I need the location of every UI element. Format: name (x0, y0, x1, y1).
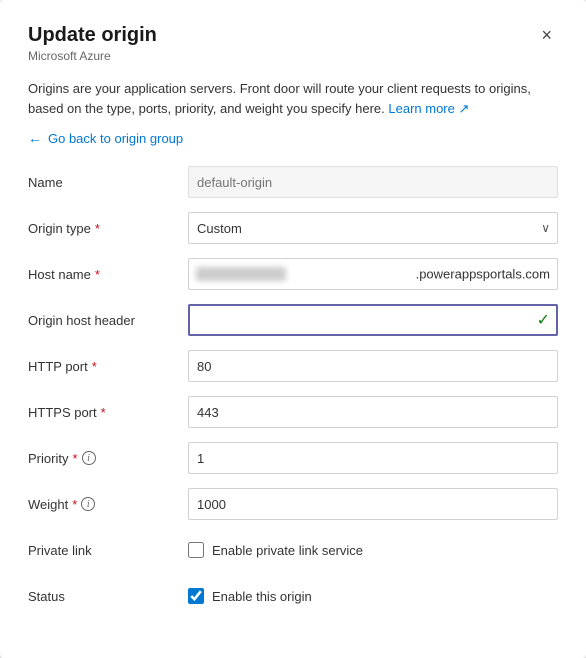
dialog-header: Update origin Microsoft Azure × (28, 24, 558, 63)
status-checkbox[interactable] (188, 588, 204, 604)
http-port-control (188, 350, 558, 382)
host-name-row: Host name * .powerappsportals.com (28, 258, 558, 290)
origin-type-control: Custom App Service Storage Cloud Service… (188, 212, 558, 244)
update-origin-dialog: Update origin Microsoft Azure × Origins … (0, 0, 586, 658)
weight-required-star: * (72, 497, 77, 512)
origin-host-header-wrapper: ✓ (188, 304, 558, 336)
name-input[interactable] (188, 166, 558, 198)
weight-info-icon[interactable]: i (81, 497, 95, 511)
host-name-suffix: .powerappsportals.com (416, 267, 550, 282)
priority-input[interactable] (188, 442, 558, 474)
priority-required-star: * (72, 451, 77, 466)
status-label: Status (28, 589, 188, 604)
close-button[interactable]: × (535, 24, 558, 46)
weight-input[interactable] (188, 488, 558, 520)
private-link-checkbox[interactable] (188, 542, 204, 558)
status-row: Status Enable this origin (28, 580, 558, 612)
private-link-label: Private link (28, 543, 188, 558)
http-port-input[interactable] (188, 350, 558, 382)
origin-type-required-star: * (95, 221, 100, 236)
back-link-label: Go back to origin group (48, 131, 183, 146)
name-control (188, 166, 558, 198)
status-checkbox-label[interactable]: Enable this origin (212, 589, 312, 604)
https-port-row: HTTPS port * (28, 396, 558, 428)
private-link-control: Enable private link service (188, 542, 558, 558)
private-link-checkbox-label[interactable]: Enable private link service (212, 543, 363, 558)
status-checkbox-row: Enable this origin (188, 588, 558, 604)
back-to-origin-group-link[interactable]: ← Go back to origin group (28, 130, 183, 146)
https-port-control (188, 396, 558, 428)
status-control: Enable this origin (188, 588, 558, 604)
learn-more-link[interactable]: Learn more ↗ (388, 101, 469, 116)
description-text: Origins are your application servers. Fr… (28, 79, 558, 118)
priority-info-icon[interactable]: i (82, 451, 96, 465)
origin-type-select-wrapper: Custom App Service Storage Cloud Service… (188, 212, 558, 244)
priority-control (188, 442, 558, 474)
origin-type-label: Origin type * (28, 221, 188, 236)
weight-row: Weight * i (28, 488, 558, 520)
host-name-wrapper: .powerappsportals.com (188, 258, 558, 290)
origin-host-header-control: ✓ (188, 304, 558, 336)
origin-host-header-label: Origin host header (28, 313, 188, 328)
weight-control (188, 488, 558, 520)
weight-label: Weight * i (28, 497, 188, 512)
origin-host-header-input[interactable] (188, 304, 558, 336)
dialog-subtitle: Microsoft Azure (28, 49, 157, 63)
origin-host-check-icon: ✓ (537, 310, 550, 330)
https-port-label: HTTPS port * (28, 405, 188, 420)
host-name-control: .powerappsportals.com (188, 258, 558, 290)
origin-type-select[interactable]: Custom App Service Storage Cloud Service (188, 212, 558, 244)
name-row: Name (28, 166, 558, 198)
title-group: Update origin Microsoft Azure (28, 24, 157, 63)
private-link-row: Private link Enable private link service (28, 534, 558, 566)
private-link-checkbox-row: Enable private link service (188, 542, 558, 558)
host-name-label: Host name * (28, 267, 188, 282)
https-port-required-star: * (101, 405, 106, 420)
host-blur-overlay (196, 267, 286, 281)
dialog-title: Update origin (28, 24, 157, 47)
http-port-row: HTTP port * (28, 350, 558, 382)
host-name-required-star: * (95, 267, 100, 282)
external-link-icon: ↗ (458, 101, 469, 116)
back-arrow-icon: ← (28, 130, 42, 146)
origin-host-header-row: Origin host header ✓ (28, 304, 558, 336)
priority-label: Priority * i (28, 451, 188, 466)
http-port-required-star: * (92, 359, 97, 374)
priority-row: Priority * i (28, 442, 558, 474)
origin-type-row: Origin type * Custom App Service Storage… (28, 212, 558, 244)
http-port-label: HTTP port * (28, 359, 188, 374)
name-label: Name (28, 175, 188, 190)
https-port-input[interactable] (188, 396, 558, 428)
